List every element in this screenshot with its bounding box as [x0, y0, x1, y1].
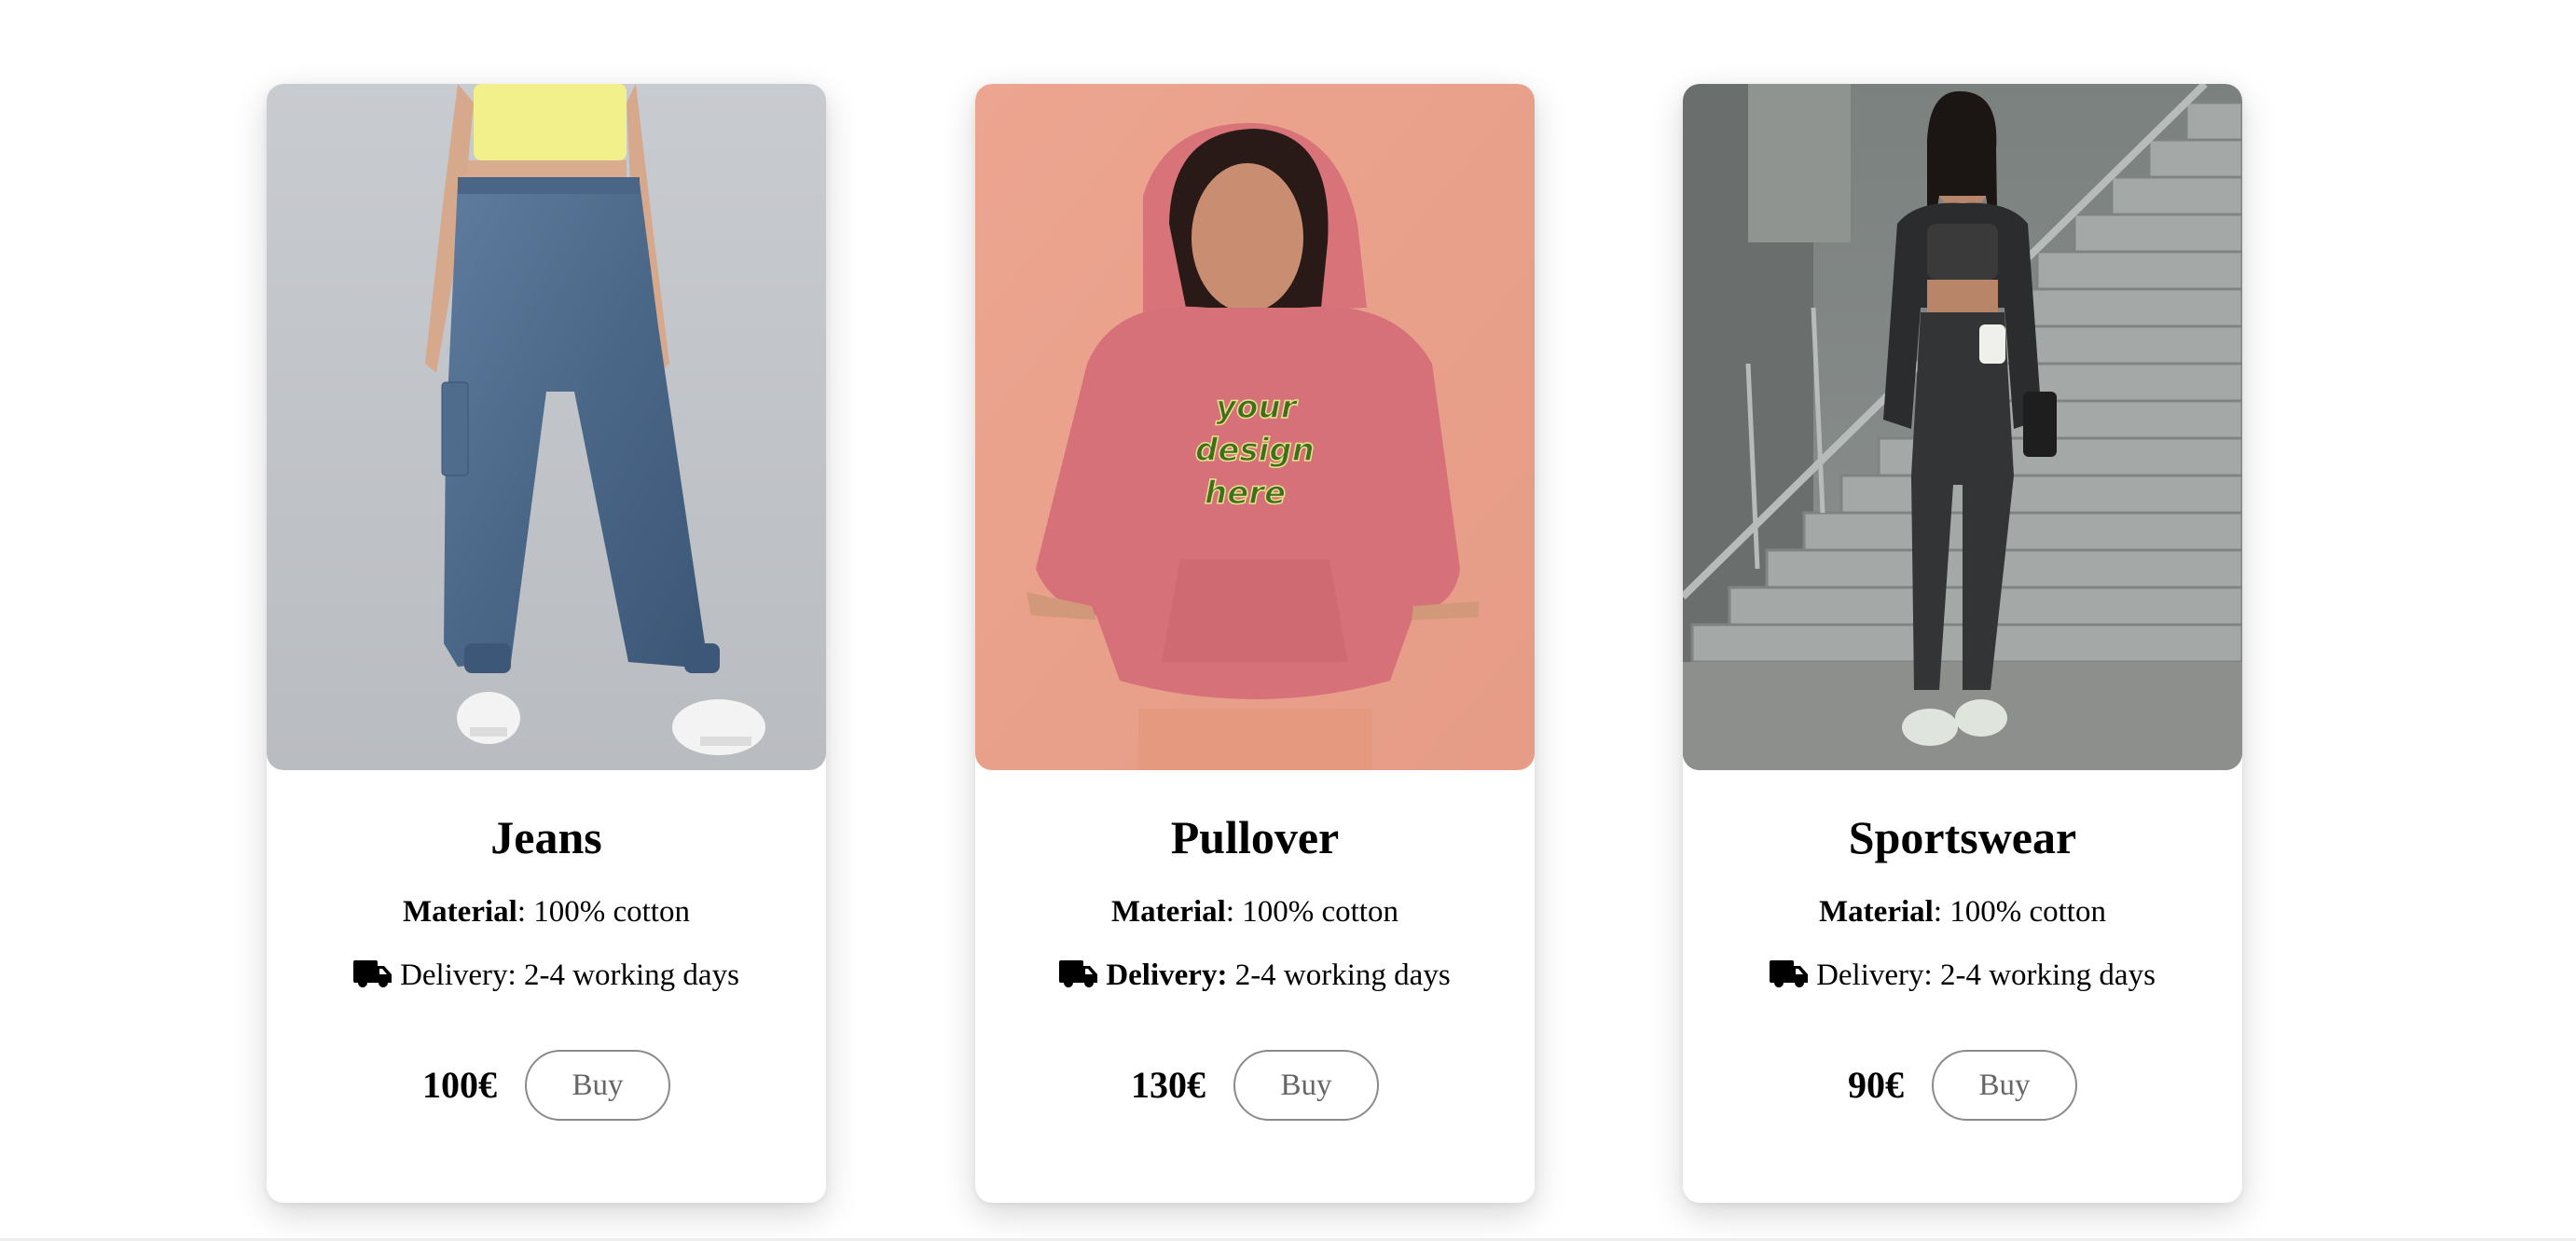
- price: 130€: [1131, 1064, 1205, 1106]
- delivery-value: Delivery: 2-4 working days: [400, 958, 739, 992]
- jeans-photo: [267, 84, 826, 770]
- print-line-1: your: [1216, 389, 1299, 426]
- truck-icon: [1059, 960, 1098, 990]
- product-card-jeans: Jeans Material: 100% cotton Delivery: 2-…: [267, 84, 826, 1203]
- product-page: Jeans Material: 100% cotton Delivery: 2-…: [0, 0, 2576, 1241]
- buy-row: 100€ Buy: [267, 1050, 826, 1121]
- pullover-photo: your design here: [975, 84, 1535, 770]
- delivery-text: Delivery: 2-4 working days: [1683, 957, 2242, 994]
- material-text: Material: 100% cotton: [267, 893, 826, 931]
- delivery-text: Delivery: 2-4 working days: [975, 957, 1535, 994]
- print-line-3: here: [1205, 475, 1286, 512]
- delivery-label: Delivery:: [1106, 958, 1228, 992]
- buy-row: 130€ Buy: [975, 1050, 1535, 1121]
- material-value: : 100% cotton: [517, 895, 690, 929]
- delivery-value: 2-4 working days: [1227, 958, 1451, 992]
- material-text: Material: 100% cotton: [1683, 893, 2242, 931]
- truck-icon: [1770, 960, 1809, 990]
- buy-row: 90€ Buy: [1683, 1050, 2242, 1121]
- product-title: Sportswear: [1848, 811, 2077, 863]
- buy-button[interactable]: Buy: [1233, 1050, 1379, 1121]
- product-card-pullover: your design here Pullover Material: 100%…: [975, 84, 1535, 1203]
- delivery-text: Delivery: 2-4 working days: [267, 957, 826, 994]
- delivery-value: Delivery: 2-4 working days: [1816, 958, 2156, 992]
- material-value: : 100% cotton: [1225, 895, 1398, 929]
- material-label: Material: [403, 895, 517, 929]
- material-label: Material: [1111, 895, 1226, 929]
- buy-button[interactable]: Buy: [525, 1050, 670, 1121]
- material-text: Material: 100% cotton: [975, 893, 1535, 931]
- sportswear-photo: [1683, 84, 2242, 770]
- product-card-sportswear: Sportswear Material: 100% cotton Deliver…: [1683, 84, 2242, 1203]
- product-image-pullover: your design here: [975, 84, 1535, 770]
- material-value: : 100% cotton: [1933, 895, 2106, 929]
- price: 100€: [422, 1064, 497, 1106]
- product-image-sportswear: [1683, 84, 2242, 770]
- print-line-2: design: [1195, 432, 1315, 469]
- material-label: Material: [1819, 895, 1934, 929]
- price: 90€: [1848, 1064, 1904, 1106]
- product-image-jeans: [267, 84, 826, 770]
- truck-icon: [353, 960, 393, 990]
- product-title: Jeans: [490, 811, 602, 863]
- product-title: Pullover: [1170, 811, 1340, 863]
- buy-button[interactable]: Buy: [1932, 1050, 2077, 1121]
